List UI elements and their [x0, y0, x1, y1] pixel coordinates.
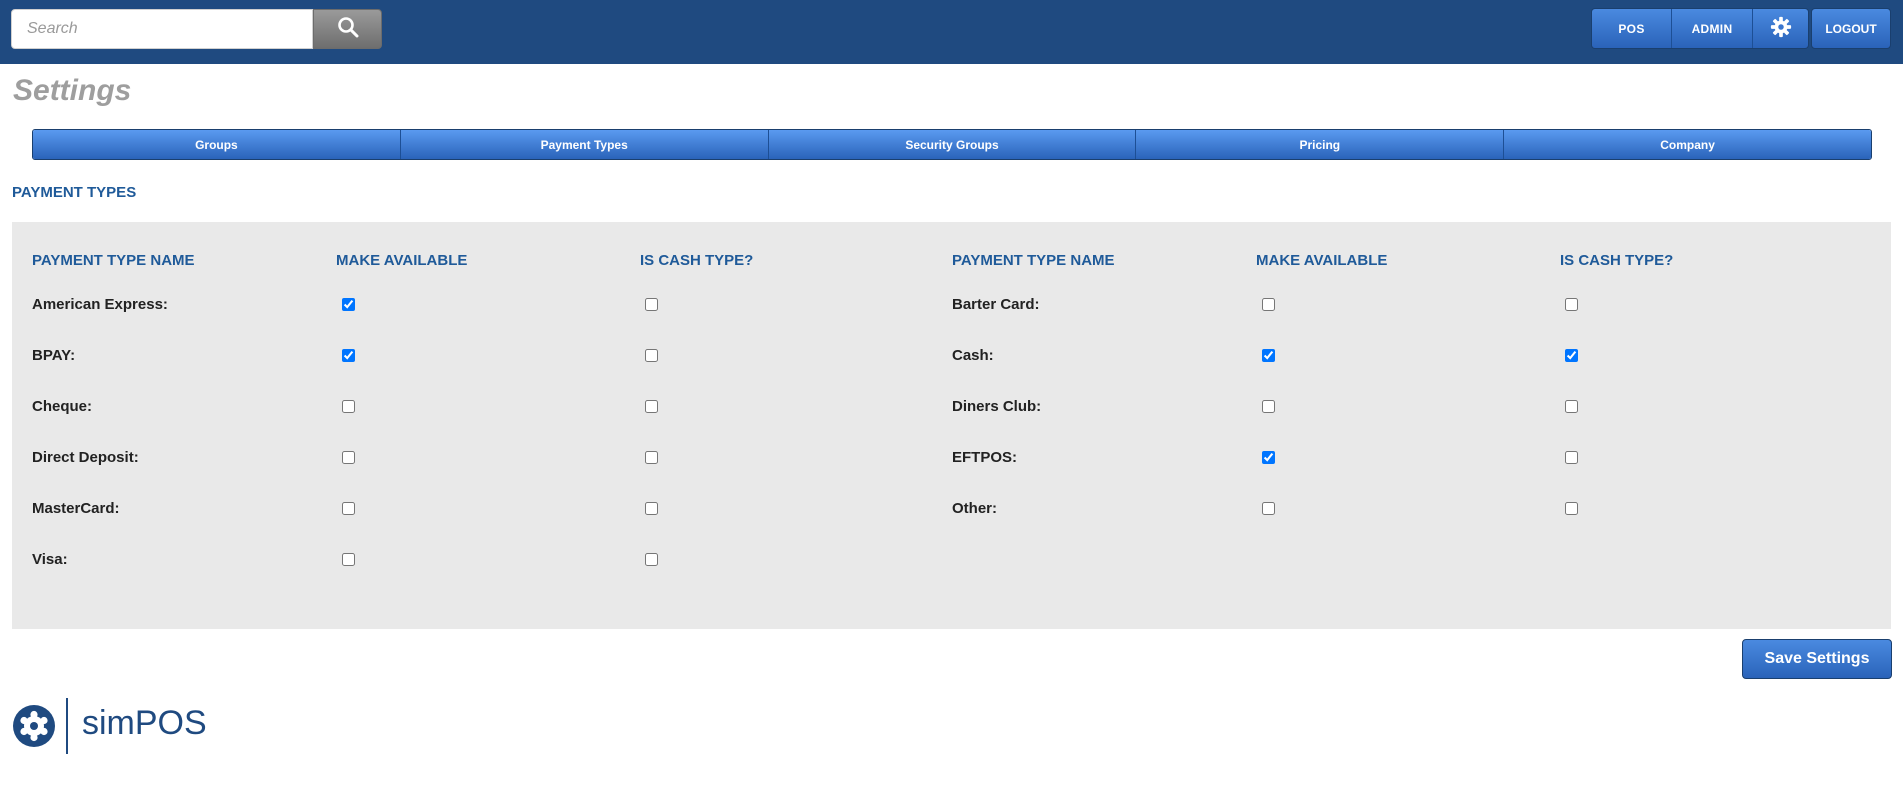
is-cash-type-checkbox[interactable] — [645, 298, 658, 311]
payment-type-name: BPAY: — [32, 347, 76, 364]
gear-icon — [1770, 16, 1792, 41]
make-available-checkbox[interactable] — [342, 553, 355, 566]
tab-groups[interactable]: Groups — [33, 130, 401, 159]
make-available-checkbox[interactable] — [342, 451, 355, 464]
search-input[interactable] — [11, 9, 313, 49]
tab-payment-types[interactable]: Payment Types — [400, 130, 769, 159]
settings-button[interactable] — [1753, 9, 1808, 48]
is-cash-type-checkbox[interactable] — [1565, 298, 1578, 311]
make-available-checkbox[interactable] — [342, 502, 355, 515]
payment-type-name: Visa: — [32, 551, 68, 568]
payment-type-name: Cheque: — [32, 398, 92, 415]
make-available-checkbox[interactable] — [342, 349, 355, 362]
payment-types-panel: PAYMENT TYPE NAME MAKE AVAILABLE IS CASH… — [12, 222, 1891, 629]
save-settings-button[interactable]: Save Settings — [1742, 639, 1892, 679]
logout-button[interactable]: LOGOUT — [1811, 8, 1891, 49]
logo-divider — [66, 698, 68, 754]
is-cash-type-checkbox[interactable] — [1565, 451, 1578, 464]
payment-type-name: MasterCard: — [32, 500, 120, 517]
is-cash-type-checkbox[interactable] — [645, 502, 658, 515]
search-button[interactable] — [313, 9, 382, 49]
top-bar: POS ADMIN — [0, 0, 1903, 64]
make-available-checkbox[interactable] — [342, 400, 355, 413]
make-available-checkbox[interactable] — [1262, 349, 1275, 362]
make-available-checkbox[interactable] — [1262, 400, 1275, 413]
make-available-checkbox[interactable] — [342, 298, 355, 311]
make-available-checkbox[interactable] — [1262, 451, 1275, 464]
section-title: PAYMENT TYPES — [12, 184, 137, 201]
search-icon — [337, 16, 359, 43]
page-title: Settings — [13, 74, 132, 107]
payment-type-name: Cash: — [952, 347, 994, 364]
is-cash-type-checkbox[interactable] — [1565, 349, 1578, 362]
payment-type-name: EFTPOS: — [952, 449, 1018, 466]
simpos-logo-icon — [12, 704, 56, 753]
payment-type-name: American Express: — [32, 296, 168, 313]
payment-type-name: Other: — [952, 500, 997, 517]
is-cash-type-checkbox[interactable] — [1565, 502, 1578, 515]
header-payment-type-name: PAYMENT TYPE NAME — [952, 252, 1115, 269]
brand-name: simPOS — [82, 704, 207, 742]
payment-type-name: Diners Club: — [952, 398, 1042, 415]
header-nav: POS ADMIN — [1591, 8, 1809, 49]
payment-type-name: Barter Card: — [952, 296, 1040, 313]
make-available-checkbox[interactable] — [1262, 502, 1275, 515]
header-is-cash-type: IS CASH TYPE? — [640, 252, 754, 269]
tab-security-groups[interactable]: Security Groups — [768, 130, 1137, 159]
is-cash-type-checkbox[interactable] — [645, 400, 658, 413]
header-make-available: MAKE AVAILABLE — [336, 252, 468, 269]
payment-type-name: Direct Deposit: — [32, 449, 139, 466]
brand-logo: simPOS — [12, 698, 207, 754]
is-cash-type-checkbox[interactable] — [1565, 400, 1578, 413]
search-bar — [11, 9, 382, 49]
tab-pricing[interactable]: Pricing — [1136, 130, 1505, 159]
pos-button[interactable]: POS — [1592, 9, 1672, 48]
tab-company[interactable]: Company — [1504, 130, 1871, 159]
header-is-cash-type: IS CASH TYPE? — [1560, 252, 1674, 269]
admin-button[interactable]: ADMIN — [1672, 9, 1753, 48]
header-make-available: MAKE AVAILABLE — [1256, 252, 1388, 269]
is-cash-type-checkbox[interactable] — [645, 349, 658, 362]
is-cash-type-checkbox[interactable] — [645, 451, 658, 464]
make-available-checkbox[interactable] — [1262, 298, 1275, 311]
settings-tabs: Groups Payment Types Security Groups Pri… — [32, 129, 1872, 160]
header-payment-type-name: PAYMENT TYPE NAME — [32, 252, 195, 269]
is-cash-type-checkbox[interactable] — [645, 553, 658, 566]
